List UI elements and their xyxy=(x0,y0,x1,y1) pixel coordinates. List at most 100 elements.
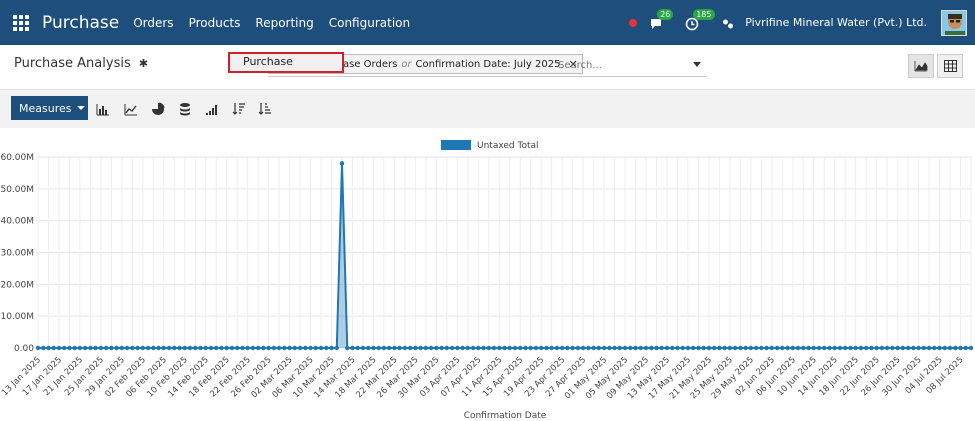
data-point[interactable] xyxy=(869,345,874,351)
data-point[interactable] xyxy=(345,345,350,351)
messages-icon[interactable]: 26 xyxy=(649,8,674,30)
data-point[interactable] xyxy=(607,345,612,351)
data-point[interactable] xyxy=(397,345,402,351)
data-point[interactable] xyxy=(491,345,497,351)
data-point[interactable] xyxy=(895,345,900,351)
data-point[interactable] xyxy=(601,345,607,351)
dropdown-popup-purchase[interactable]: Purchase xyxy=(228,52,344,73)
data-point[interactable] xyxy=(612,345,617,351)
data-point[interactable] xyxy=(643,345,649,351)
data-point[interactable] xyxy=(140,345,146,351)
data-point[interactable] xyxy=(759,345,764,351)
data-point[interactable] xyxy=(172,345,177,351)
data-point[interactable] xyxy=(392,345,397,351)
data-point[interactable] xyxy=(769,345,775,351)
data-point[interactable] xyxy=(119,345,125,351)
data-point[interactable] xyxy=(428,345,434,351)
data-point[interactable] xyxy=(130,345,135,351)
data-point[interactable] xyxy=(476,345,481,351)
line-chart-icon[interactable] xyxy=(124,101,138,116)
data-point[interactable] xyxy=(114,345,119,351)
data-point[interactable] xyxy=(832,345,837,351)
data-point[interactable] xyxy=(135,345,140,351)
data-point[interactable] xyxy=(848,345,853,351)
data-point[interactable] xyxy=(586,345,591,351)
data-point[interactable] xyxy=(381,345,387,351)
data-point[interactable] xyxy=(905,345,911,351)
data-point[interactable] xyxy=(214,345,219,351)
data-point[interactable] xyxy=(664,345,670,351)
data-point[interactable] xyxy=(67,345,72,351)
data-point[interactable] xyxy=(234,345,240,351)
menu-products[interactable]: Products xyxy=(189,16,241,30)
data-point[interactable] xyxy=(255,345,261,351)
data-point[interactable] xyxy=(308,345,313,351)
search-input[interactable] xyxy=(558,56,688,74)
data-point[interactable] xyxy=(245,345,250,351)
data-point[interactable] xyxy=(449,345,455,351)
data-point[interactable] xyxy=(271,345,277,351)
data-point[interactable] xyxy=(575,345,581,351)
menu-orders[interactable]: Orders xyxy=(133,16,173,30)
data-point[interactable] xyxy=(334,345,339,351)
data-point[interactable] xyxy=(958,345,963,351)
data-point[interactable] xyxy=(229,345,235,351)
stack-icon[interactable] xyxy=(178,101,192,116)
data-point[interactable] xyxy=(82,345,88,351)
data-point[interactable] xyxy=(103,345,109,351)
data-point[interactable] xyxy=(696,345,701,351)
data-point[interactable] xyxy=(444,345,450,351)
data-point[interactable] xyxy=(717,345,722,351)
data-point[interactable] xyxy=(706,345,712,351)
search-dropdown-chevron-icon[interactable] xyxy=(693,62,701,67)
data-point[interactable] xyxy=(187,345,193,351)
data-point[interactable] xyxy=(748,345,754,351)
data-point[interactable] xyxy=(890,345,895,351)
data-point[interactable] xyxy=(413,345,418,351)
data-point[interactable] xyxy=(801,345,806,351)
data-point[interactable] xyxy=(926,345,932,351)
data-point[interactable] xyxy=(680,345,685,351)
data-point[interactable] xyxy=(822,345,827,351)
data-point[interactable] xyxy=(376,345,381,351)
data-point[interactable] xyxy=(738,345,743,351)
data-point[interactable] xyxy=(41,345,46,351)
data-point[interactable] xyxy=(145,345,151,351)
data-point[interactable] xyxy=(329,345,334,351)
data-point[interactable] xyxy=(538,345,544,351)
data-point[interactable] xyxy=(512,345,518,351)
data-point[interactable] xyxy=(816,345,822,351)
data-point[interactable] xyxy=(77,345,83,351)
data-point[interactable] xyxy=(921,345,927,351)
data-point[interactable] xyxy=(591,345,596,351)
data-point[interactable] xyxy=(732,345,738,351)
data-point[interactable] xyxy=(659,345,664,351)
data-point[interactable] xyxy=(481,345,486,351)
data-point[interactable] xyxy=(439,345,444,351)
data-point[interactable] xyxy=(198,345,203,351)
data-point[interactable] xyxy=(224,345,229,351)
data-point[interactable] xyxy=(580,345,586,351)
data-point[interactable] xyxy=(518,345,523,351)
app-brand[interactable]: Purchase xyxy=(42,13,119,33)
data-point[interactable] xyxy=(544,345,549,351)
data-point[interactable] xyxy=(690,345,696,351)
data-point[interactable] xyxy=(654,345,659,351)
data-point[interactable] xyxy=(193,345,198,351)
data-point[interactable] xyxy=(937,345,942,351)
data-point[interactable] xyxy=(386,345,392,351)
data-point[interactable] xyxy=(932,345,937,351)
data-point[interactable] xyxy=(628,345,633,351)
data-point[interactable] xyxy=(360,345,366,351)
data-point[interactable] xyxy=(313,345,319,351)
data-point[interactable] xyxy=(455,345,460,351)
data-point[interactable] xyxy=(371,345,376,351)
data-point[interactable] xyxy=(350,345,355,351)
data-point[interactable] xyxy=(109,345,114,351)
data-point[interactable] xyxy=(565,345,570,351)
data-point[interactable] xyxy=(874,345,879,351)
data-point[interactable] xyxy=(622,345,628,351)
data-point[interactable] xyxy=(156,345,161,351)
data-point[interactable] xyxy=(434,345,439,351)
data-point[interactable] xyxy=(953,345,958,351)
